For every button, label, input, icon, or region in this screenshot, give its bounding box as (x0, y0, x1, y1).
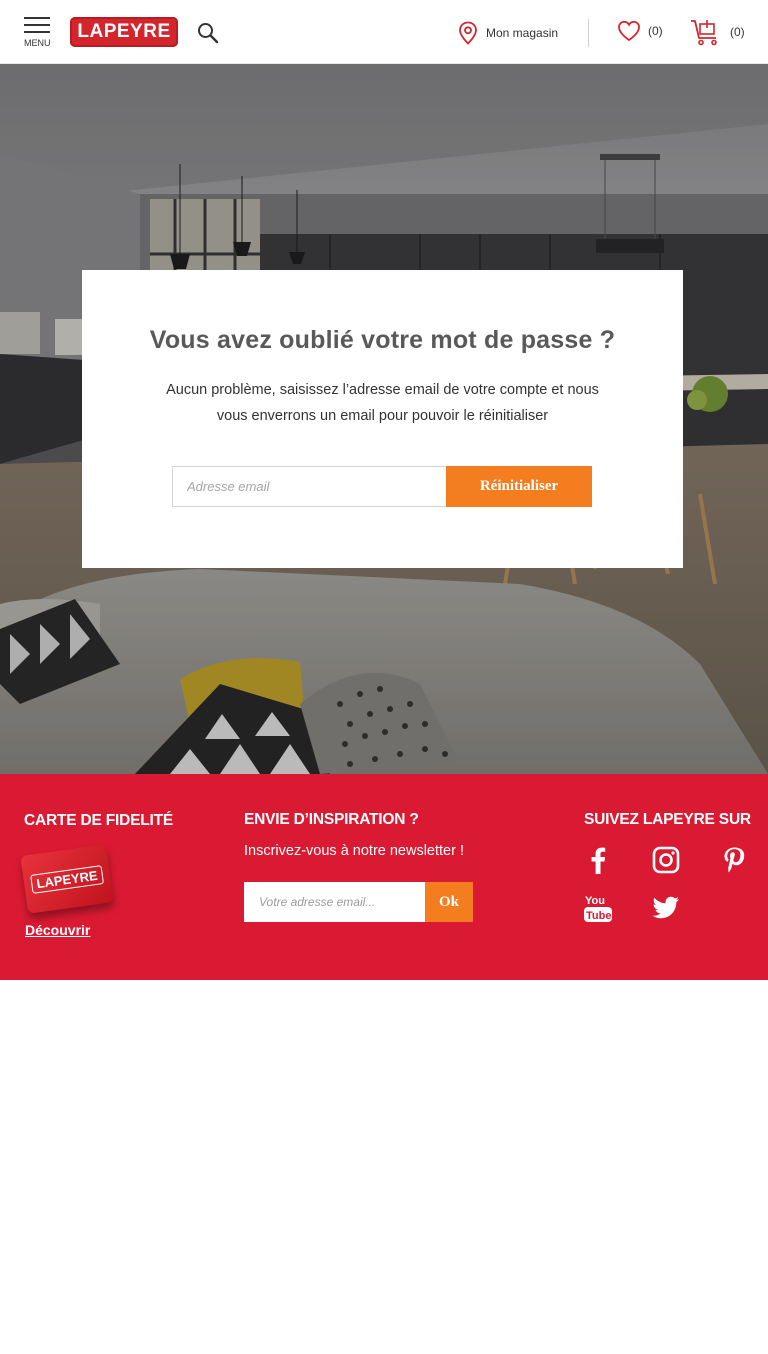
youtube-icon[interactable]: You Tube (582, 892, 614, 924)
menu-label: MENU (24, 38, 51, 48)
location-pin-icon (459, 21, 477, 45)
store-label: Mon magasin (486, 26, 559, 40)
newsletter-submit-button[interactable]: Ok (425, 882, 473, 922)
newsletter-email-input[interactable] (244, 882, 425, 922)
hamburger-icon-line (24, 31, 50, 33)
hamburger-icon-line (24, 24, 50, 26)
loyalty-card-logo: LAPEYRE (30, 864, 104, 894)
social-title: SUIVEZ LAPEYRE SUR (584, 811, 751, 828)
loyalty-card-image[interactable]: LAPEYRE (20, 844, 114, 914)
hero-background: Vous avez oublié votre mot de passe ? Au… (0, 64, 768, 774)
reset-form: Réinitialiser (172, 466, 592, 507)
site-footer: CARTE DE FIDELITÉ LAPEYRE Découvrir ENVI… (0, 774, 768, 980)
reset-button[interactable]: Réinitialiser (446, 466, 592, 507)
site-header: MENU LAPEYRE Mon magasin (0) (0) (0, 0, 768, 64)
reset-description: Aucun problème, saisissez l’adresse emai… (166, 382, 599, 424)
svg-text:You: You (585, 895, 605, 907)
page-title: Vous avez oublié votre mot de passe ? (149, 326, 616, 354)
lapeyre-logo[interactable]: LAPEYRE (70, 17, 178, 47)
twitter-icon[interactable] (650, 892, 682, 924)
logo-text: LAPEYRE (77, 21, 171, 42)
store-locator-link[interactable]: Mon magasin (458, 21, 558, 45)
cart-link[interactable]: (0) (690, 18, 745, 46)
favorites-count: (0) (648, 24, 663, 38)
newsletter-title: ENVIE D’INSPIRATION ? (244, 811, 419, 828)
loyalty-discover-link[interactable]: Découvrir (25, 922, 90, 938)
heart-icon (618, 20, 640, 42)
loyalty-title: CARTE DE FIDELITÉ (24, 812, 174, 829)
menu-button[interactable]: MENU (24, 17, 52, 49)
cart-count: (0) (730, 25, 745, 39)
newsletter-subtitle: Inscrivez-vous à notre newsletter ! (244, 843, 465, 859)
svg-text:Tube: Tube (586, 910, 611, 922)
instagram-icon[interactable] (650, 844, 682, 876)
newsletter-form: Ok (244, 882, 473, 922)
favorites-link[interactable]: (0) (617, 20, 663, 42)
cart-icon (691, 20, 717, 46)
email-input[interactable] (172, 466, 446, 507)
header-divider (588, 19, 589, 47)
hamburger-icon (24, 17, 50, 19)
facebook-icon[interactable] (582, 844, 614, 876)
pinterest-icon[interactable] (718, 844, 750, 876)
search-icon[interactable] (197, 22, 219, 44)
password-reset-card: Vous avez oublié votre mot de passe ? Au… (82, 270, 683, 568)
